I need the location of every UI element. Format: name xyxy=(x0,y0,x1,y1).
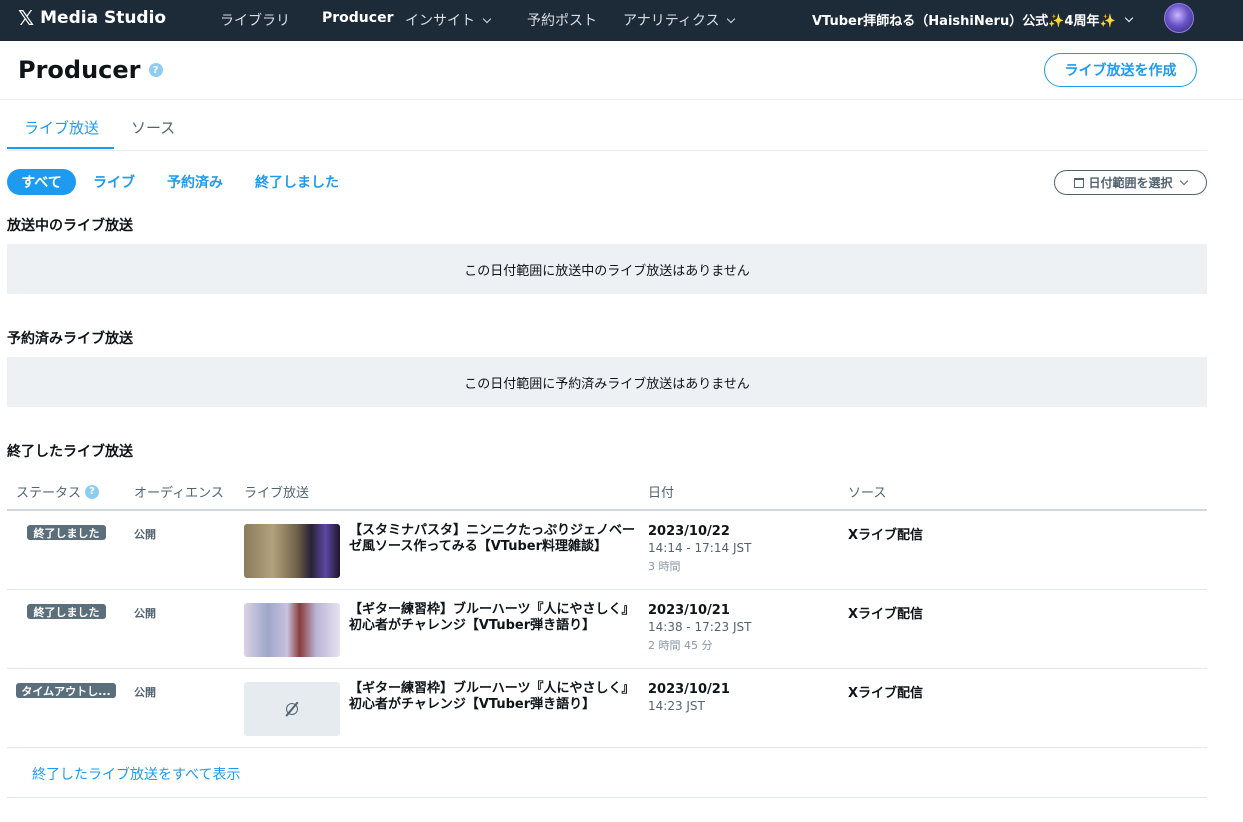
section-title-ended: 終了したライブ放送 xyxy=(7,444,133,460)
broadcast-time: 14:38 - 17:23 JST xyxy=(648,620,752,634)
section-title-live: 放送中のライブ放送 xyxy=(7,218,133,234)
broadcast-thumbnail[interactable] xyxy=(244,524,340,578)
broadcast-time: 14:14 - 17:14 JST xyxy=(648,541,752,555)
brand[interactable]: 𝕏 Media Studio xyxy=(18,8,166,28)
brand-name: Media Studio xyxy=(40,8,167,28)
nav-library-label: ライブラリ xyxy=(220,13,290,29)
account-name: VTuber拝師ねる（HaishiNeru）公式✨4周年✨ xyxy=(812,14,1116,29)
top-nav-bar: 𝕏 Media Studio ライブラリ Producer インサイト 予約ポス… xyxy=(0,0,1243,41)
chevron-down-icon xyxy=(727,14,736,23)
filter-scheduled[interactable]: 予約済み xyxy=(167,172,223,192)
row-divider xyxy=(7,747,1207,748)
nav-analytics[interactable]: アナリティクス xyxy=(623,10,736,30)
audience-value: 公開 xyxy=(134,686,156,699)
nav-producer[interactable]: Producer xyxy=(322,10,393,26)
filter-all[interactable]: すべて xyxy=(7,169,76,195)
broadcast-title-link[interactable]: 【スタミナパスタ】ニンニクたっぷりジェノベーゼ風ソース作ってみる【VTuber料… xyxy=(349,523,635,555)
nav-library[interactable]: ライブラリ xyxy=(220,10,290,30)
calendar-icon xyxy=(1074,177,1085,188)
tab-sources[interactable]: ソース xyxy=(131,117,175,138)
show-all-ended-link[interactable]: 終了したライブ放送をすべて表示 xyxy=(32,764,240,784)
column-header-audience: オーディエンス xyxy=(134,486,224,501)
status-badge: タイムアウトし... xyxy=(16,683,116,698)
divider xyxy=(7,797,1207,798)
broadcast-date: 2023/10/21 xyxy=(648,682,730,697)
help-icon[interactable]: ? xyxy=(85,484,100,499)
audience-value: 公開 xyxy=(134,528,156,541)
x-logo-icon: 𝕏 xyxy=(18,6,35,30)
page-title: Producer ? xyxy=(18,56,163,84)
section-title-scheduled: 予約済みライブ放送 xyxy=(7,331,133,347)
broadcast-date: 2023/10/21 xyxy=(648,603,730,618)
broadcast-source: Xライブ配信 xyxy=(848,686,924,701)
chevron-down-icon xyxy=(1124,13,1133,23)
empty-state-live: この日付範囲に放送中のライブ放送はありません xyxy=(7,244,1207,294)
filter-ended[interactable]: 終了しました xyxy=(255,172,339,192)
broadcast-source: Xライブ配信 xyxy=(848,607,924,622)
column-header-status-label: ステータス xyxy=(16,486,82,501)
audience-value: 公開 xyxy=(134,607,156,620)
table-header-divider xyxy=(7,509,1207,511)
no-image-icon xyxy=(284,701,300,717)
broadcast-time: 14:23 JST xyxy=(648,699,705,713)
divider xyxy=(0,99,1243,100)
status-badge: 終了しました xyxy=(27,525,106,540)
account-switcher[interactable]: VTuber拝師ねる（HaishiNeru）公式✨4周年✨ xyxy=(812,10,1133,29)
broadcast-thumbnail[interactable] xyxy=(244,603,340,657)
chevron-down-icon xyxy=(482,14,492,23)
active-tab-indicator xyxy=(7,147,114,149)
broadcast-duration: 2 時間 45 分 xyxy=(648,639,713,652)
broadcast-source: Xライブ配信 xyxy=(848,528,924,543)
help-icon[interactable]: ? xyxy=(148,63,163,77)
column-header-date: 日付 xyxy=(648,486,675,501)
page-title-text: Producer xyxy=(18,56,141,84)
tab-broadcasts[interactable]: ライブ放送 xyxy=(24,117,99,138)
column-header-source: ソース xyxy=(848,486,887,501)
chevron-down-icon xyxy=(1179,176,1188,186)
column-header-status: ステータス ? xyxy=(16,482,100,501)
broadcast-duration: 3 時間 xyxy=(648,560,681,573)
status-badge: 終了しました xyxy=(27,604,106,619)
row-divider xyxy=(7,589,1207,590)
broadcast-date: 2023/10/22 xyxy=(648,524,730,539)
avatar[interactable] xyxy=(1164,3,1194,33)
date-range-label: 日付範囲を選択 xyxy=(1088,176,1173,190)
nav-scheduled-posts[interactable]: 予約ポスト xyxy=(527,10,597,30)
nav-insights-label: インサイト xyxy=(405,13,475,29)
row-divider xyxy=(7,668,1207,669)
broadcast-title-link[interactable]: 【ギター練習枠】ブルーハーツ『人にやさしく』初心者がチャレンジ【VTuber弾き… xyxy=(349,602,635,634)
broadcast-title-link[interactable]: 【ギター練習枠】ブルーハーツ『人にやさしく』初心者がチャレンジ【VTuber弾き… xyxy=(349,681,635,713)
filter-live[interactable]: ライブ xyxy=(93,172,135,192)
broadcast-thumbnail[interactable] xyxy=(244,682,340,736)
nav-insights[interactable]: インサイト xyxy=(405,10,492,30)
create-broadcast-button[interactable]: ライブ放送を作成 xyxy=(1044,53,1197,87)
nav-scheduled-posts-label: 予約ポスト xyxy=(527,13,597,29)
column-header-broadcast: ライブ放送 xyxy=(244,486,310,501)
nav-analytics-label: アナリティクス xyxy=(623,13,720,29)
date-range-button[interactable]: 日付範囲を選択 xyxy=(1054,170,1207,195)
nav-producer-label: Producer xyxy=(322,10,394,26)
empty-state-scheduled: この日付範囲に予約済みライブ放送はありません xyxy=(7,357,1207,407)
divider xyxy=(7,150,1207,151)
